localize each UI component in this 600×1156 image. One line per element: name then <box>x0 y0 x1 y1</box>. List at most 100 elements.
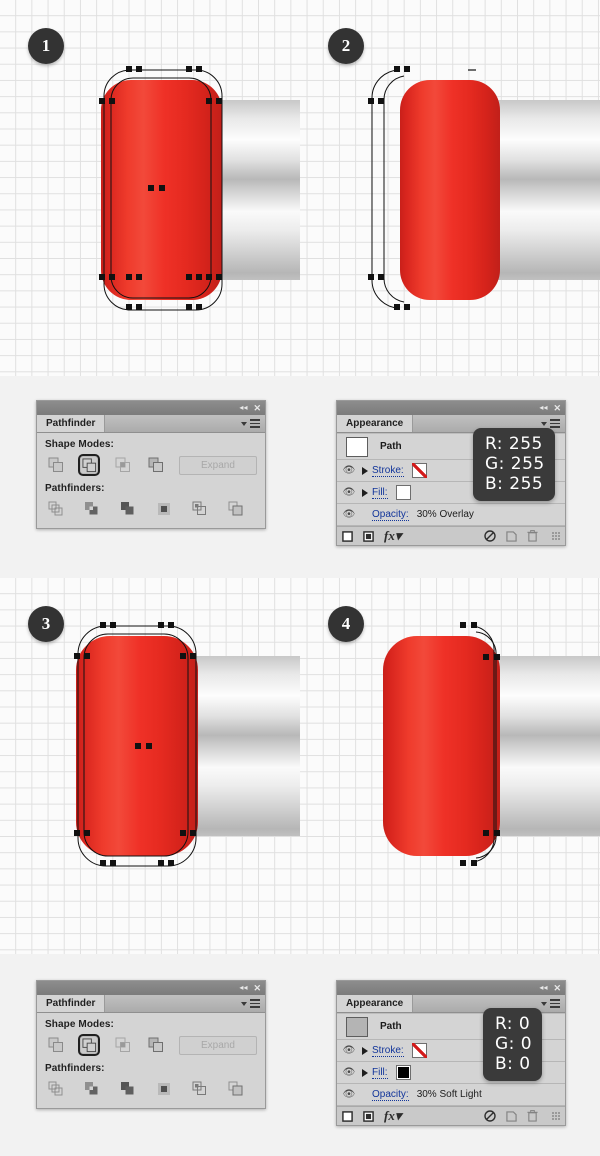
opacity-label[interactable]: Opacity: <box>372 509 409 521</box>
tab-pathfinder[interactable]: Pathfinder <box>37 995 106 1012</box>
chevron-down-icon[interactable] <box>241 1001 247 1006</box>
close-icon[interactable]: ✕ <box>253 983 261 993</box>
crop-icon[interactable] <box>153 1078 175 1100</box>
exclude-icon[interactable] <box>145 454 166 476</box>
pathfinder-panel[interactable]: ◂◂ ✕ Pathfinder Shape Modes: Expand Path… <box>36 980 266 1109</box>
minus-front-icon[interactable] <box>78 454 101 476</box>
minus-back-icon[interactable] <box>225 498 247 520</box>
tab-label: Pathfinder <box>46 418 96 429</box>
object-label: Path <box>380 1021 402 1032</box>
fx-icon[interactable]: fx▾ <box>384 1108 401 1124</box>
chevron-down-icon[interactable] <box>241 421 247 426</box>
tab-appearance[interactable]: Appearance <box>337 415 414 432</box>
opacity-row[interactable]: 👁 Opacity: 30% Overlay <box>337 504 565 526</box>
intersect-icon[interactable] <box>112 454 133 476</box>
stroke-label[interactable]: Stroke: <box>372 465 404 477</box>
step-3-illustration: 3 <box>0 578 300 954</box>
panel-menu-icon[interactable] <box>550 999 560 1008</box>
appearance-panel[interactable]: ◂◂ ✕ Appearance Path 👁 Stroke: 👁 Fill: 👁… <box>336 980 566 1126</box>
unite-icon[interactable] <box>45 1034 66 1056</box>
step-number: 2 <box>341 36 351 55</box>
crop-icon[interactable] <box>153 498 175 520</box>
close-icon[interactable]: ✕ <box>553 403 561 413</box>
rgb-tooltip: R: 0 G: 0 B: 0 <box>483 1008 543 1082</box>
delete-item-icon[interactable] <box>527 1110 538 1122</box>
visibility-eye-icon[interactable]: 👁 <box>340 1089 358 1100</box>
resize-grip-icon[interactable] <box>552 1112 560 1120</box>
close-icon[interactable]: ✕ <box>553 983 561 993</box>
rgb-tooltip: R: 255 G: 255 B: 255 <box>473 428 555 502</box>
expand-button[interactable]: Expand <box>178 1035 257 1055</box>
appearance-panel[interactable]: ◂◂ ✕ Appearance Path 👁 Stroke: 👁 Fill: 👁… <box>336 400 566 546</box>
add-new-fill-icon[interactable] <box>363 530 374 542</box>
visibility-eye-icon[interactable]: 👁 <box>340 1067 358 1078</box>
object-thumbnail <box>346 1016 368 1037</box>
duplicate-item-icon[interactable] <box>506 530 517 542</box>
minus-front-icon[interactable] <box>78 1034 101 1056</box>
visibility-eye-icon[interactable]: 👁 <box>340 509 358 520</box>
clear-appearance-icon[interactable] <box>484 1110 496 1122</box>
opacity-value: 30% Overlay <box>416 509 474 520</box>
fill-swatch[interactable] <box>395 485 411 500</box>
trim-icon[interactable] <box>81 498 103 520</box>
stroke-swatch-none-icon[interactable] <box>411 1043 427 1058</box>
delete-item-icon[interactable] <box>527 530 538 542</box>
stroke-label[interactable]: Stroke: <box>372 1045 404 1057</box>
collapse-icon[interactable]: ◂◂ <box>239 984 247 992</box>
collapse-icon[interactable]: ◂◂ <box>539 404 547 412</box>
divide-icon[interactable] <box>45 1078 67 1100</box>
unite-icon[interactable] <box>45 454 66 476</box>
minus-back-icon[interactable] <box>225 1078 247 1100</box>
add-new-fill-icon[interactable] <box>363 1110 374 1122</box>
merge-icon[interactable] <box>117 498 139 520</box>
outline-icon[interactable] <box>189 498 211 520</box>
step-number: 3 <box>41 614 51 633</box>
resize-grip-icon[interactable] <box>552 532 560 540</box>
tutorial-page: 1 2 ◂◂ ✕ Pathfinder Shape Modes: Expand … <box>0 0 600 1156</box>
duplicate-item-icon[interactable] <box>506 1110 517 1122</box>
panel-menu-icon[interactable] <box>250 999 260 1008</box>
step-number: 1 <box>41 36 51 55</box>
collapse-icon[interactable]: ◂◂ <box>539 984 547 992</box>
tab-pathfinder[interactable]: Pathfinder <box>37 415 106 432</box>
object-thumbnail <box>346 436 368 457</box>
outline-icon[interactable] <box>189 1078 211 1100</box>
close-icon[interactable]: ✕ <box>253 403 261 413</box>
exclude-icon[interactable] <box>145 1034 166 1056</box>
visibility-eye-icon[interactable]: 👁 <box>340 1045 358 1056</box>
opacity-row[interactable]: 👁 Opacity: 30% Soft Light <box>337 1084 565 1106</box>
clear-appearance-icon[interactable] <box>484 530 496 542</box>
divide-icon[interactable] <box>45 498 67 520</box>
disclosure-triangle-icon[interactable] <box>358 1046 372 1055</box>
disclosure-triangle-icon[interactable] <box>358 466 372 475</box>
expand-button[interactable]: Expand <box>178 455 257 475</box>
intersect-icon[interactable] <box>112 1034 133 1056</box>
opacity-label[interactable]: Opacity: <box>372 1089 409 1101</box>
collapse-icon[interactable]: ◂◂ <box>239 404 247 412</box>
visibility-eye-icon[interactable]: 👁 <box>340 465 358 476</box>
pathfinder-body: Shape Modes: Expand Pathfinders: <box>37 433 265 528</box>
visibility-eye-icon[interactable]: 👁 <box>340 487 358 498</box>
fill-label[interactable]: Fill: <box>372 487 388 499</box>
shape-modes-label: Shape Modes: <box>45 439 114 450</box>
step-badge-1: 1 <box>28 28 64 64</box>
add-new-stroke-icon[interactable] <box>342 1110 353 1122</box>
trim-icon[interactable] <box>81 1078 103 1100</box>
merge-icon[interactable] <box>117 1078 139 1100</box>
disclosure-triangle-icon[interactable] <box>358 488 372 497</box>
pathfinder-panel[interactable]: ◂◂ ✕ Pathfinder Shape Modes: Expand Path… <box>36 400 266 529</box>
fill-label[interactable]: Fill: <box>372 1067 388 1079</box>
fill-swatch[interactable] <box>395 1065 411 1080</box>
pathfinders-label: Pathfinders: <box>45 1063 105 1074</box>
panel-menu-icon[interactable] <box>250 419 260 428</box>
chevron-down-icon[interactable] <box>541 421 547 426</box>
chevron-down-icon[interactable] <box>541 1001 547 1006</box>
fx-icon[interactable]: fx▾ <box>384 528 401 544</box>
add-new-stroke-icon[interactable] <box>342 530 353 542</box>
panel-menu-area <box>105 415 265 432</box>
stroke-swatch-none-icon[interactable] <box>411 463 427 478</box>
tab-appearance[interactable]: Appearance <box>337 995 414 1012</box>
disclosure-triangle-icon[interactable] <box>358 1068 372 1077</box>
panel-menu-icon[interactable] <box>550 419 560 428</box>
tooltip-g: G: 255 <box>485 454 545 475</box>
